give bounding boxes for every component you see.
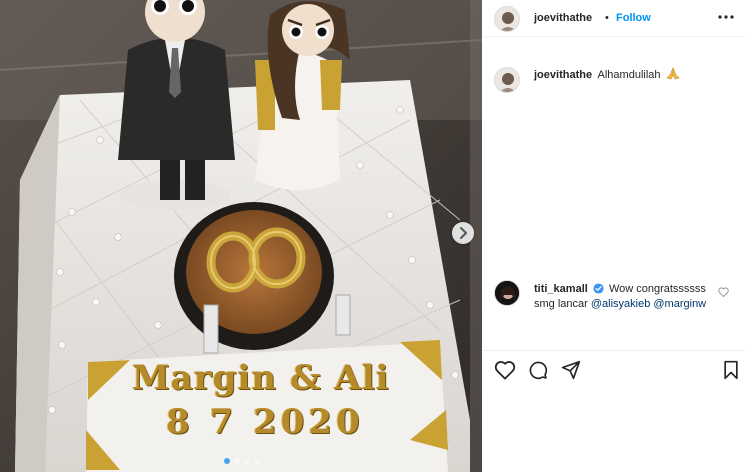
- cake-date-text: 8 7 2020: [166, 402, 364, 442]
- more-options-icon[interactable]: [716, 10, 736, 24]
- follow-button[interactable]: Follow: [616, 12, 651, 24]
- comment-mention[interactable]: @alisyakieb: [591, 298, 650, 310]
- header-username[interactable]: joevithathe: [534, 12, 592, 24]
- share-icon[interactable]: [560, 360, 582, 380]
- carousel-dot: [244, 458, 250, 464]
- carousel-dot: [254, 458, 260, 464]
- chevron-right-icon: [460, 227, 467, 239]
- carousel-dot: [224, 458, 230, 464]
- post-photo[interactable]: Margin & Ali 8 7 2020: [0, 0, 482, 472]
- avatar[interactable]: [494, 6, 520, 32]
- comment-icon[interactable]: [527, 360, 549, 380]
- carousel-next-button[interactable]: [452, 222, 474, 244]
- post-actions: [482, 350, 745, 390]
- comment-heart-icon[interactable]: [718, 287, 729, 297]
- verified-badge-icon: [593, 283, 604, 294]
- post-sidebar: joevithathe • Follow joevithathe Alhamdu…: [482, 0, 745, 472]
- post-header: joevithathe • Follow: [482, 0, 745, 37]
- comment-username[interactable]: titi_kamall: [534, 283, 588, 295]
- avatar[interactable]: [494, 67, 520, 93]
- caption-text: Alhamdulilah: [597, 69, 661, 81]
- profile-photo-icon: [495, 68, 519, 92]
- carousel-dot: [234, 458, 240, 464]
- carousel-indicator: [224, 458, 260, 464]
- cake-names-text: Margin & Ali: [132, 358, 390, 398]
- profile-photo-icon: [495, 7, 519, 31]
- comment-item: titi_kamall Wow congratssssss smg lancar…: [534, 282, 714, 312]
- profile-photo-icon: [495, 281, 519, 305]
- avatar[interactable]: [494, 280, 520, 306]
- comment-mention[interactable]: @marginw: [653, 298, 706, 310]
- heart-icon[interactable]: [494, 360, 516, 380]
- caption-username[interactable]: joevithathe: [534, 69, 592, 81]
- header-separator: •: [605, 12, 609, 24]
- bookmark-icon[interactable]: [721, 360, 741, 380]
- pray-emoji-icon: [665, 67, 680, 80]
- post-caption: joevithathe Alhamdulilah: [534, 67, 734, 82]
